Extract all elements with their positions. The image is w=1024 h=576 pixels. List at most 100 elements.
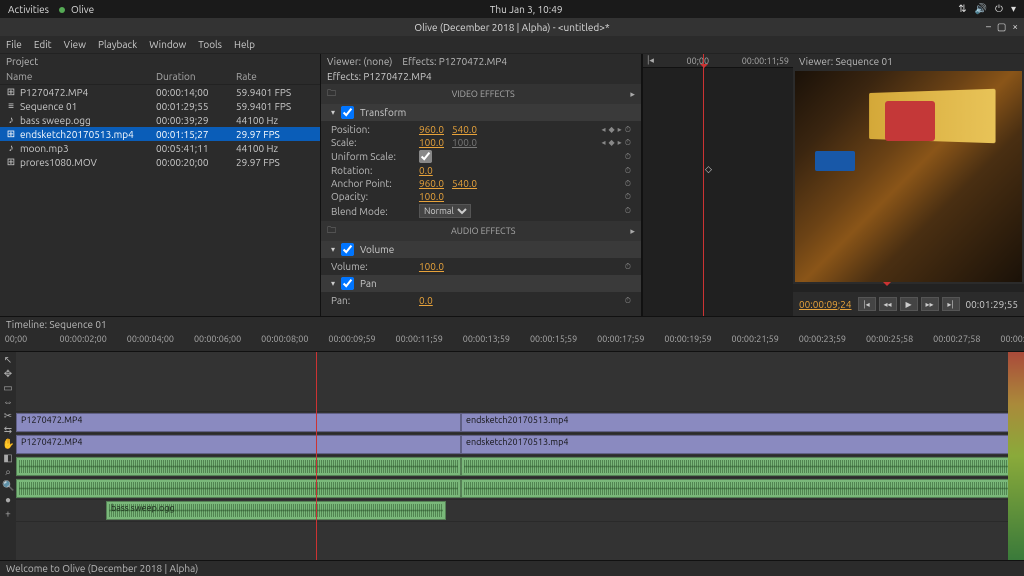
transition-tool[interactable]: ◧	[2, 452, 14, 464]
network-icon[interactable]: ⇅	[958, 3, 966, 15]
anchor-x[interactable]: 960.0	[419, 178, 444, 189]
menu-playback[interactable]: Playback	[98, 39, 137, 50]
clip-audio[interactable]	[461, 457, 1024, 476]
project-item[interactable]: ♪bass sweep.ogg00:00:39;2944100 Hz	[0, 113, 320, 127]
menu-file[interactable]: File	[6, 39, 22, 50]
pan-value[interactable]: 0.0	[419, 295, 433, 306]
clip-audio[interactable]: bass sweep.ogg	[106, 501, 446, 520]
uniform-scale-checkbox[interactable]	[419, 150, 432, 163]
menu-window[interactable]: Window	[149, 39, 186, 50]
col-name[interactable]: Name	[6, 71, 156, 82]
record-button[interactable]: ●	[2, 494, 14, 506]
project-item[interactable]: ≡Sequence 0100:01:29;5559.9401 FPS	[0, 99, 320, 113]
power-icon[interactable]: ⏻	[995, 3, 1003, 15]
transform-section[interactable]: ▾ Transform	[321, 104, 641, 121]
pointer-tool[interactable]: ↖	[2, 354, 14, 366]
step-back-button[interactable]: ◂◂	[879, 297, 897, 311]
menu-edit[interactable]: Edit	[34, 39, 52, 50]
volume-enabled[interactable]	[341, 243, 354, 256]
kf-stopwatch[interactable]: ⏱	[625, 206, 631, 216]
clip-video[interactable]: endsketch20170513.mp4	[461, 435, 1024, 454]
menu-tools[interactable]: Tools	[198, 39, 222, 50]
track-a2[interactable]	[16, 478, 1024, 500]
project-item[interactable]: ♪moon.mp300:05:41;1144100 Hz	[0, 141, 320, 155]
kf-stopwatch[interactable]: ⏱	[625, 192, 631, 202]
slip-tool[interactable]: ⇆	[2, 424, 14, 436]
opacity-value[interactable]: 100.0	[419, 191, 444, 202]
kf-next[interactable]: ▸	[618, 138, 622, 148]
clip-video[interactable]: endsketch20170513.mp4	[461, 413, 1024, 432]
viewer-tab-none[interactable]: Viewer: (none)	[327, 56, 392, 67]
volume-value[interactable]: 100.0	[419, 261, 444, 272]
col-rate[interactable]: Rate	[236, 71, 314, 82]
add-effect-icon[interactable]: ▸	[630, 226, 635, 237]
kf-toggle[interactable]: ◆	[609, 138, 615, 148]
folder-icon[interactable]: 🗀	[327, 86, 336, 102]
step-fwd-button[interactable]: ▸▸	[921, 297, 939, 311]
snap-toggle[interactable]: ⌕	[2, 466, 14, 478]
position-y[interactable]: 540.0	[452, 124, 477, 135]
clip-video[interactable]: P1270472.MP4	[16, 435, 461, 454]
menu-view[interactable]: View	[64, 39, 86, 50]
timeline-playhead[interactable]	[316, 352, 317, 560]
volume-section[interactable]: ▾ Volume	[321, 241, 641, 258]
project-item[interactable]: ⊞prores1080.MOV00:00:20;0029.97 FPS	[0, 155, 320, 169]
window-close[interactable]: ×	[1012, 21, 1018, 33]
go-start-button[interactable]: |◂	[858, 297, 876, 311]
track-a3[interactable]: bass sweep.ogg	[16, 500, 1024, 522]
blend-mode-select[interactable]: Normal	[419, 204, 471, 218]
clip-audio[interactable]	[16, 479, 461, 498]
ripple-tool[interactable]: ⇔	[2, 396, 14, 408]
track-v2[interactable]: P1270472.MP4 endsketch20170513.mp4	[16, 412, 1024, 434]
kf-next[interactable]: ▸	[618, 125, 622, 135]
clock[interactable]: Thu Jan 3, 10:49	[94, 4, 958, 15]
rotation-value[interactable]: 0.0	[419, 165, 433, 176]
kf-stopwatch[interactable]: ⏱	[625, 125, 631, 135]
kf-stopwatch[interactable]: ⏱	[625, 296, 631, 306]
anchor-y[interactable]: 540.0	[452, 178, 477, 189]
folder-icon[interactable]: 🗀	[327, 223, 336, 239]
kf-stopwatch[interactable]: ⏱	[625, 138, 631, 148]
viewer-playhead[interactable]	[883, 282, 891, 290]
viewer-screen[interactable]	[795, 71, 1022, 282]
hand-tool[interactable]: ✋	[2, 438, 14, 450]
viewer-timecode-current[interactable]: 00:00:09;24	[799, 299, 852, 310]
window-minimize[interactable]: –	[986, 21, 991, 33]
scale-y[interactable]: 100.0	[452, 137, 477, 148]
kf-toggle[interactable]: ◆	[609, 125, 615, 135]
system-tray[interactable]: ⇅ 🔊 ⏻ ▾	[958, 3, 1016, 15]
activities[interactable]: Activities	[8, 4, 49, 15]
kf-prev[interactable]: ◂	[602, 138, 606, 148]
razor-tool[interactable]: ✂	[2, 410, 14, 422]
timeline-tracks[interactable]: P1270472.MP4 endsketch20170513.mp4 P1270…	[16, 352, 1024, 560]
keyframe-ruler-go-start[interactable]: |◂	[647, 55, 654, 66]
move-tool[interactable]: ✥	[2, 368, 14, 380]
col-duration[interactable]: Duration	[156, 71, 236, 82]
viewer-scrubber[interactable]	[793, 284, 1024, 292]
clip-video[interactable]: P1270472.MP4	[16, 413, 461, 432]
volume-icon[interactable]: 🔊	[975, 3, 987, 15]
window-maximize[interactable]: ▢	[997, 21, 1006, 33]
scale-x[interactable]: 100.0	[419, 137, 444, 148]
zoom-tool[interactable]: 🔍	[2, 480, 14, 492]
effects-tab[interactable]: Effects: P1270472.MP4	[402, 56, 507, 67]
chevron-down-icon[interactable]: ▾	[1011, 3, 1016, 15]
add-track-button[interactable]: +	[2, 508, 14, 520]
kf-stopwatch[interactable]: ⏱	[625, 262, 631, 272]
track-a1[interactable]	[16, 456, 1024, 478]
clip-audio[interactable]	[461, 479, 1024, 498]
kf-stopwatch[interactable]: ⏱	[625, 152, 631, 162]
menu-help[interactable]: Help	[234, 39, 255, 50]
effects-keyframe-timeline[interactable]: |◂ 00;00 00:00:11;59 ◇	[642, 54, 793, 316]
play-button[interactable]: ▶	[900, 297, 918, 311]
kf-stopwatch[interactable]: ⏱	[625, 179, 631, 189]
project-item[interactable]: ⊞P1270472.MP400:00:14;0059.9401 FPS	[0, 85, 320, 99]
add-effect-icon[interactable]: ▸	[630, 89, 635, 100]
go-end-button[interactable]: ▸|	[942, 297, 960, 311]
project-item[interactable]: ⊞endsketch20170513.mp400:01:15;2729.97 F…	[0, 127, 320, 141]
pan-section[interactable]: ▾ Pan	[321, 275, 641, 292]
pan-enabled[interactable]	[341, 277, 354, 290]
edit-tool[interactable]: ▭	[2, 382, 14, 394]
kf-prev[interactable]: ◂	[602, 125, 606, 135]
kf-stopwatch[interactable]: ⏱	[625, 166, 631, 176]
